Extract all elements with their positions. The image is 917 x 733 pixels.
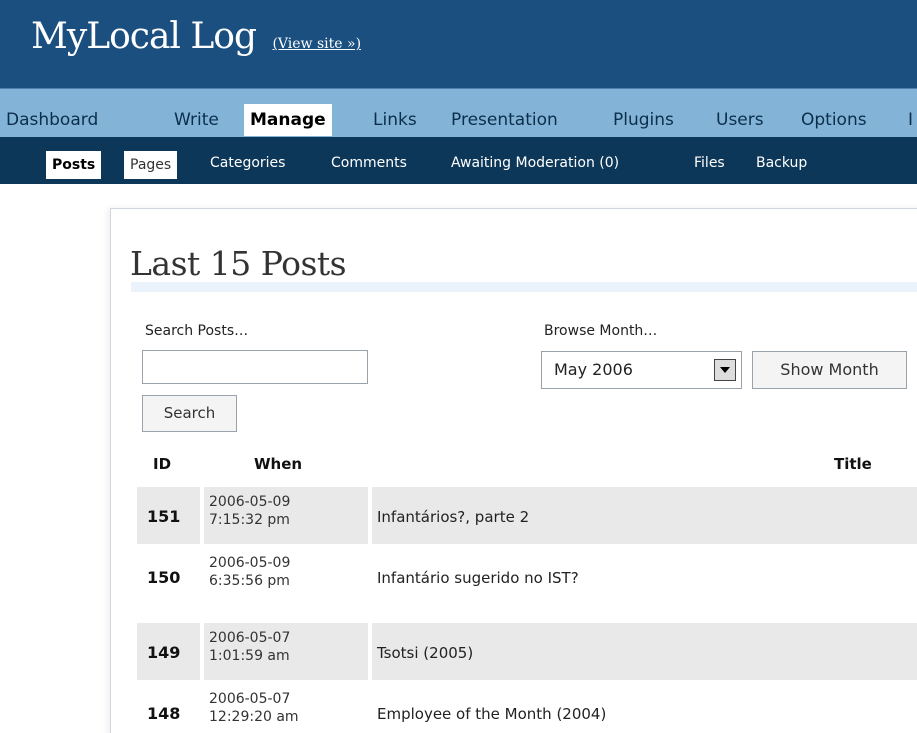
post-when: 2006-05-09 7:15:32 pm: [209, 493, 290, 529]
post-date: 2006-05-09: [209, 555, 291, 571]
post-id-cell: 148: [137, 684, 200, 733]
menu-item-links[interactable]: Links: [373, 106, 417, 134]
submenu-item-categories[interactable]: Categories: [210, 155, 285, 171]
site-header: MyLocal Log (View site »): [0, 0, 917, 89]
post-id: 151: [147, 507, 181, 526]
post-time: 7:15:32 pm: [209, 512, 290, 528]
submenu-item-posts[interactable]: Posts: [46, 151, 102, 179]
post-title[interactable]: Infantário sugerido no IST?: [377, 569, 579, 587]
submenu-item-files[interactable]: Files: [694, 155, 725, 171]
sub-menu: Posts Pages Categories Comments Awaiting…: [0, 137, 917, 184]
menu-item-options[interactable]: Options: [801, 106, 867, 134]
column-header-id: ID: [153, 455, 172, 473]
column-header-title: Title: [834, 455, 872, 473]
post-title-cell: Employee of the Month (2004): [372, 684, 917, 733]
post-date: 2006-05-07: [209, 630, 291, 646]
admin-page: MyLocal Log (View site ») Dashboard Writ…: [0, 0, 917, 733]
post-id-cell: 151: [137, 487, 200, 544]
page-title: Last 15 Posts: [130, 244, 347, 283]
search-button[interactable]: Search: [142, 395, 237, 432]
chevron-down-icon[interactable]: [714, 359, 736, 381]
post-time: 12:29:20 am: [209, 709, 299, 725]
column-header-when: When: [254, 455, 303, 473]
show-month-button[interactable]: Show Month: [752, 351, 907, 389]
browse-month-label: Browse Month…: [544, 323, 658, 339]
table-row: 149 2006-05-07 1:01:59 am Tsotsi (2005): [0, 623, 917, 680]
table-row: 151 2006-05-09 7:15:32 pm Infantários?, …: [0, 487, 917, 544]
post-when: 2006-05-09 6:35:56 pm: [209, 554, 290, 590]
post-time: 1:01:59 am: [209, 648, 290, 664]
submenu-item-backup[interactable]: Backup: [756, 155, 807, 171]
post-title-cell: Infantário sugerido no IST?: [372, 548, 917, 605]
post-date: 2006-05-07: [209, 691, 291, 707]
menu-item-plugins[interactable]: Plugins: [613, 106, 674, 134]
table-row: 150 2006-05-09 6:35:56 pm Infantário sug…: [0, 548, 917, 605]
post-title[interactable]: Employee of the Month (2004): [377, 705, 606, 723]
search-label: Search Posts…: [145, 323, 249, 339]
menu-item-manage[interactable]: Manage: [244, 104, 332, 136]
post-when: 2006-05-07 1:01:59 am: [209, 629, 290, 665]
post-title-cell: Infantários?, parte 2: [372, 487, 917, 544]
menu-item-dashboard[interactable]: Dashboard: [6, 106, 98, 134]
month-select-value: May 2006: [554, 360, 633, 379]
site-title: MyLocal Log (View site »): [31, 16, 361, 57]
post-when-cell: 2006-05-09 7:15:32 pm: [204, 487, 368, 544]
menu-item-users[interactable]: Users: [716, 106, 764, 134]
menu-item-presentation[interactable]: Presentation: [451, 106, 558, 134]
post-when: 2006-05-07 12:29:20 am: [209, 690, 299, 726]
submenu-item-pages[interactable]: Pages: [124, 151, 178, 179]
post-title[interactable]: Infantários?, parte 2: [377, 508, 529, 526]
post-id: 149: [147, 643, 181, 662]
post-id-cell: 149: [137, 623, 200, 680]
site-title-text: MyLocal Log: [31, 16, 257, 57]
post-when-cell: 2006-05-09 6:35:56 pm: [204, 548, 368, 605]
post-title[interactable]: Tsotsi (2005): [377, 644, 473, 662]
menu-item-write[interactable]: Write: [174, 106, 219, 134]
month-select[interactable]: May 2006: [541, 351, 742, 389]
search-input[interactable]: [142, 350, 368, 384]
post-id-cell: 150: [137, 548, 200, 605]
submenu-item-awaiting-moderation[interactable]: Awaiting Moderation (0): [451, 155, 619, 171]
menu-item-truncated[interactable]: I: [908, 106, 913, 134]
post-time: 6:35:56 pm: [209, 573, 290, 589]
title-underline: [131, 282, 917, 292]
post-when-cell: 2006-05-07 12:29:20 am: [204, 684, 368, 733]
table-row: 148 2006-05-07 12:29:20 am Employee of t…: [0, 684, 917, 733]
post-when-cell: 2006-05-07 1:01:59 am: [204, 623, 368, 680]
post-title-cell: Tsotsi (2005): [372, 623, 917, 680]
view-site-link[interactable]: (View site »): [272, 36, 361, 52]
main-menu: Dashboard Write Manage Links Presentatio…: [0, 89, 917, 137]
submenu-item-comments[interactable]: Comments: [331, 155, 407, 171]
post-id: 148: [147, 704, 181, 723]
post-date: 2006-05-09: [209, 494, 291, 510]
post-id: 150: [147, 568, 181, 587]
